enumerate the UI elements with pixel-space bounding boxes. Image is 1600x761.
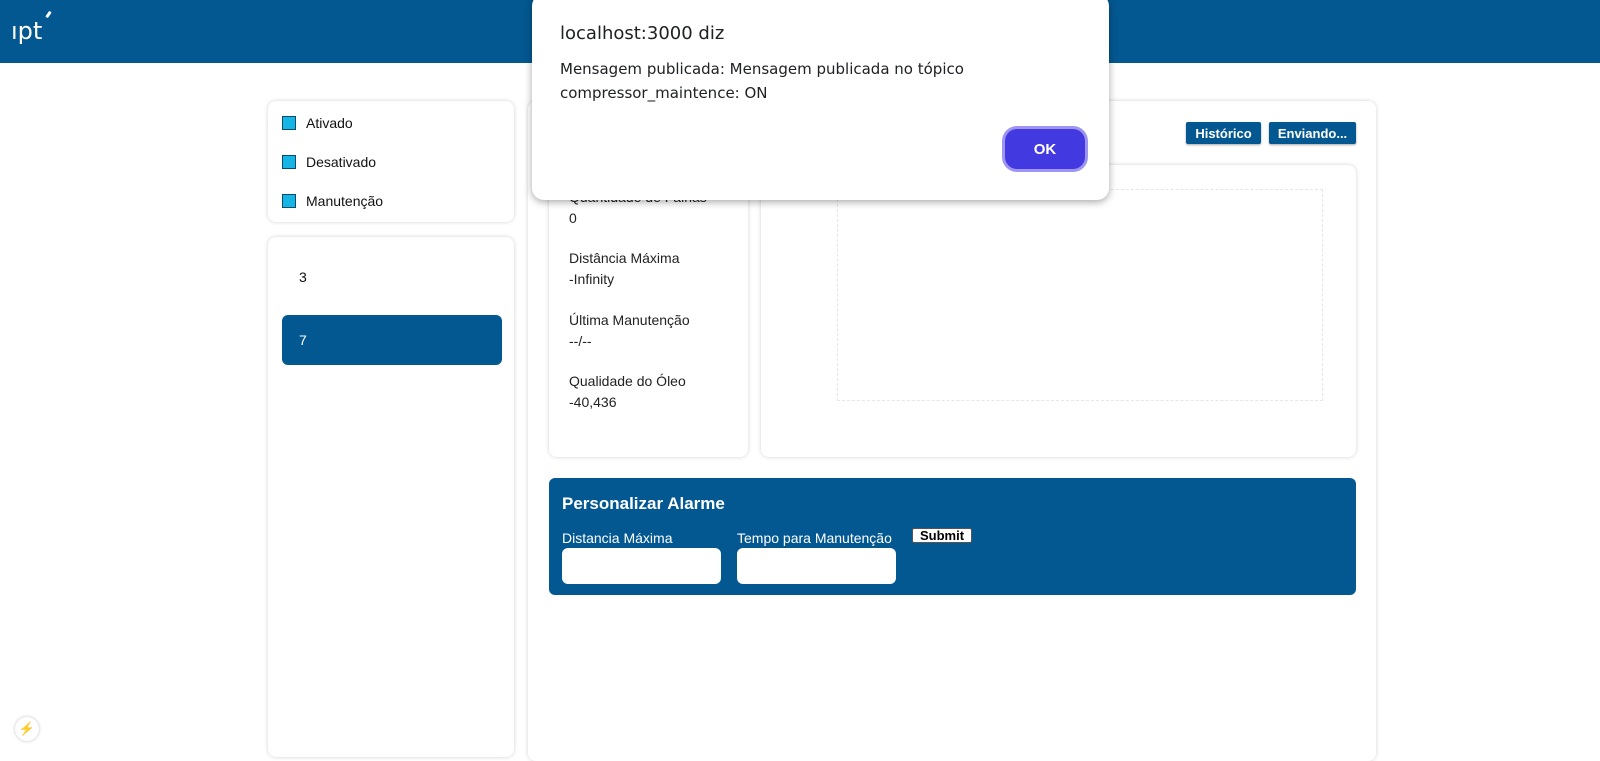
legend-label: Desativado xyxy=(306,154,377,170)
status-square-icon xyxy=(282,116,296,130)
status-square-icon xyxy=(282,155,296,169)
alert-dialog: localhost:3000 diz Mensagem publicada: M… xyxy=(532,0,1109,200)
max-distance-input[interactable] xyxy=(562,548,721,584)
oil-quality-label: Qualidade do Óleo xyxy=(569,373,686,389)
maintenance-label: Última Manutenção xyxy=(569,312,690,328)
oil-quality-value: -40,436 xyxy=(569,394,617,410)
chart-placeholder xyxy=(837,189,1323,401)
legend-item-desativado: Desativado xyxy=(282,152,376,172)
device-item-3[interactable]: 3 xyxy=(282,252,502,302)
legend-label: Manutenção xyxy=(306,193,384,209)
legend-label: Ativado xyxy=(306,115,353,131)
distance-value: -Infinity xyxy=(569,271,615,287)
quantity-value: 0 xyxy=(569,210,577,226)
legend-item-ativado: Ativado xyxy=(282,113,353,133)
alarm-config-panel: Personalizar Alarme Distancia Máxima Tem… xyxy=(549,478,1356,595)
device-label: 3 xyxy=(299,269,307,285)
device-label: 7 xyxy=(299,332,307,348)
legend-item-manutencao: Manutenção xyxy=(282,191,383,211)
distance-label: Distância Máxima xyxy=(569,250,680,266)
legend-card: Ativado Desativado Manutenção xyxy=(268,101,514,222)
chart-card xyxy=(761,165,1356,457)
alarm-title: Personalizar Alarme xyxy=(562,494,725,513)
submit-button[interactable]: Submit xyxy=(912,528,972,543)
dialog-title: localhost:3000 diz xyxy=(560,23,725,44)
historico-button[interactable]: Histórico xyxy=(1186,122,1261,144)
lightning-icon[interactable]: ⚡ xyxy=(15,717,39,741)
max-distance-label: Distancia Máxima xyxy=(562,530,673,546)
device-list-card: 3 7 xyxy=(268,237,514,757)
enviando-button[interactable]: Enviando... xyxy=(1269,122,1356,144)
device-item-7[interactable]: 7 xyxy=(282,315,502,365)
stats-card: Quantidade de Falhas 0 Distância Máxima … xyxy=(549,165,748,457)
maintenance-value: --/-- xyxy=(569,333,592,349)
maintenance-time-label: Tempo para Manutenção xyxy=(737,530,892,546)
logo-accent-mark xyxy=(45,10,52,19)
status-square-icon xyxy=(282,194,296,208)
dialog-message: Mensagem publicada: Mensagem publicada n… xyxy=(560,60,964,102)
ok-button[interactable]: OK xyxy=(1005,129,1085,169)
maintenance-time-input[interactable] xyxy=(737,548,896,584)
ipt-logo[interactable]: ıpt xyxy=(11,17,42,45)
